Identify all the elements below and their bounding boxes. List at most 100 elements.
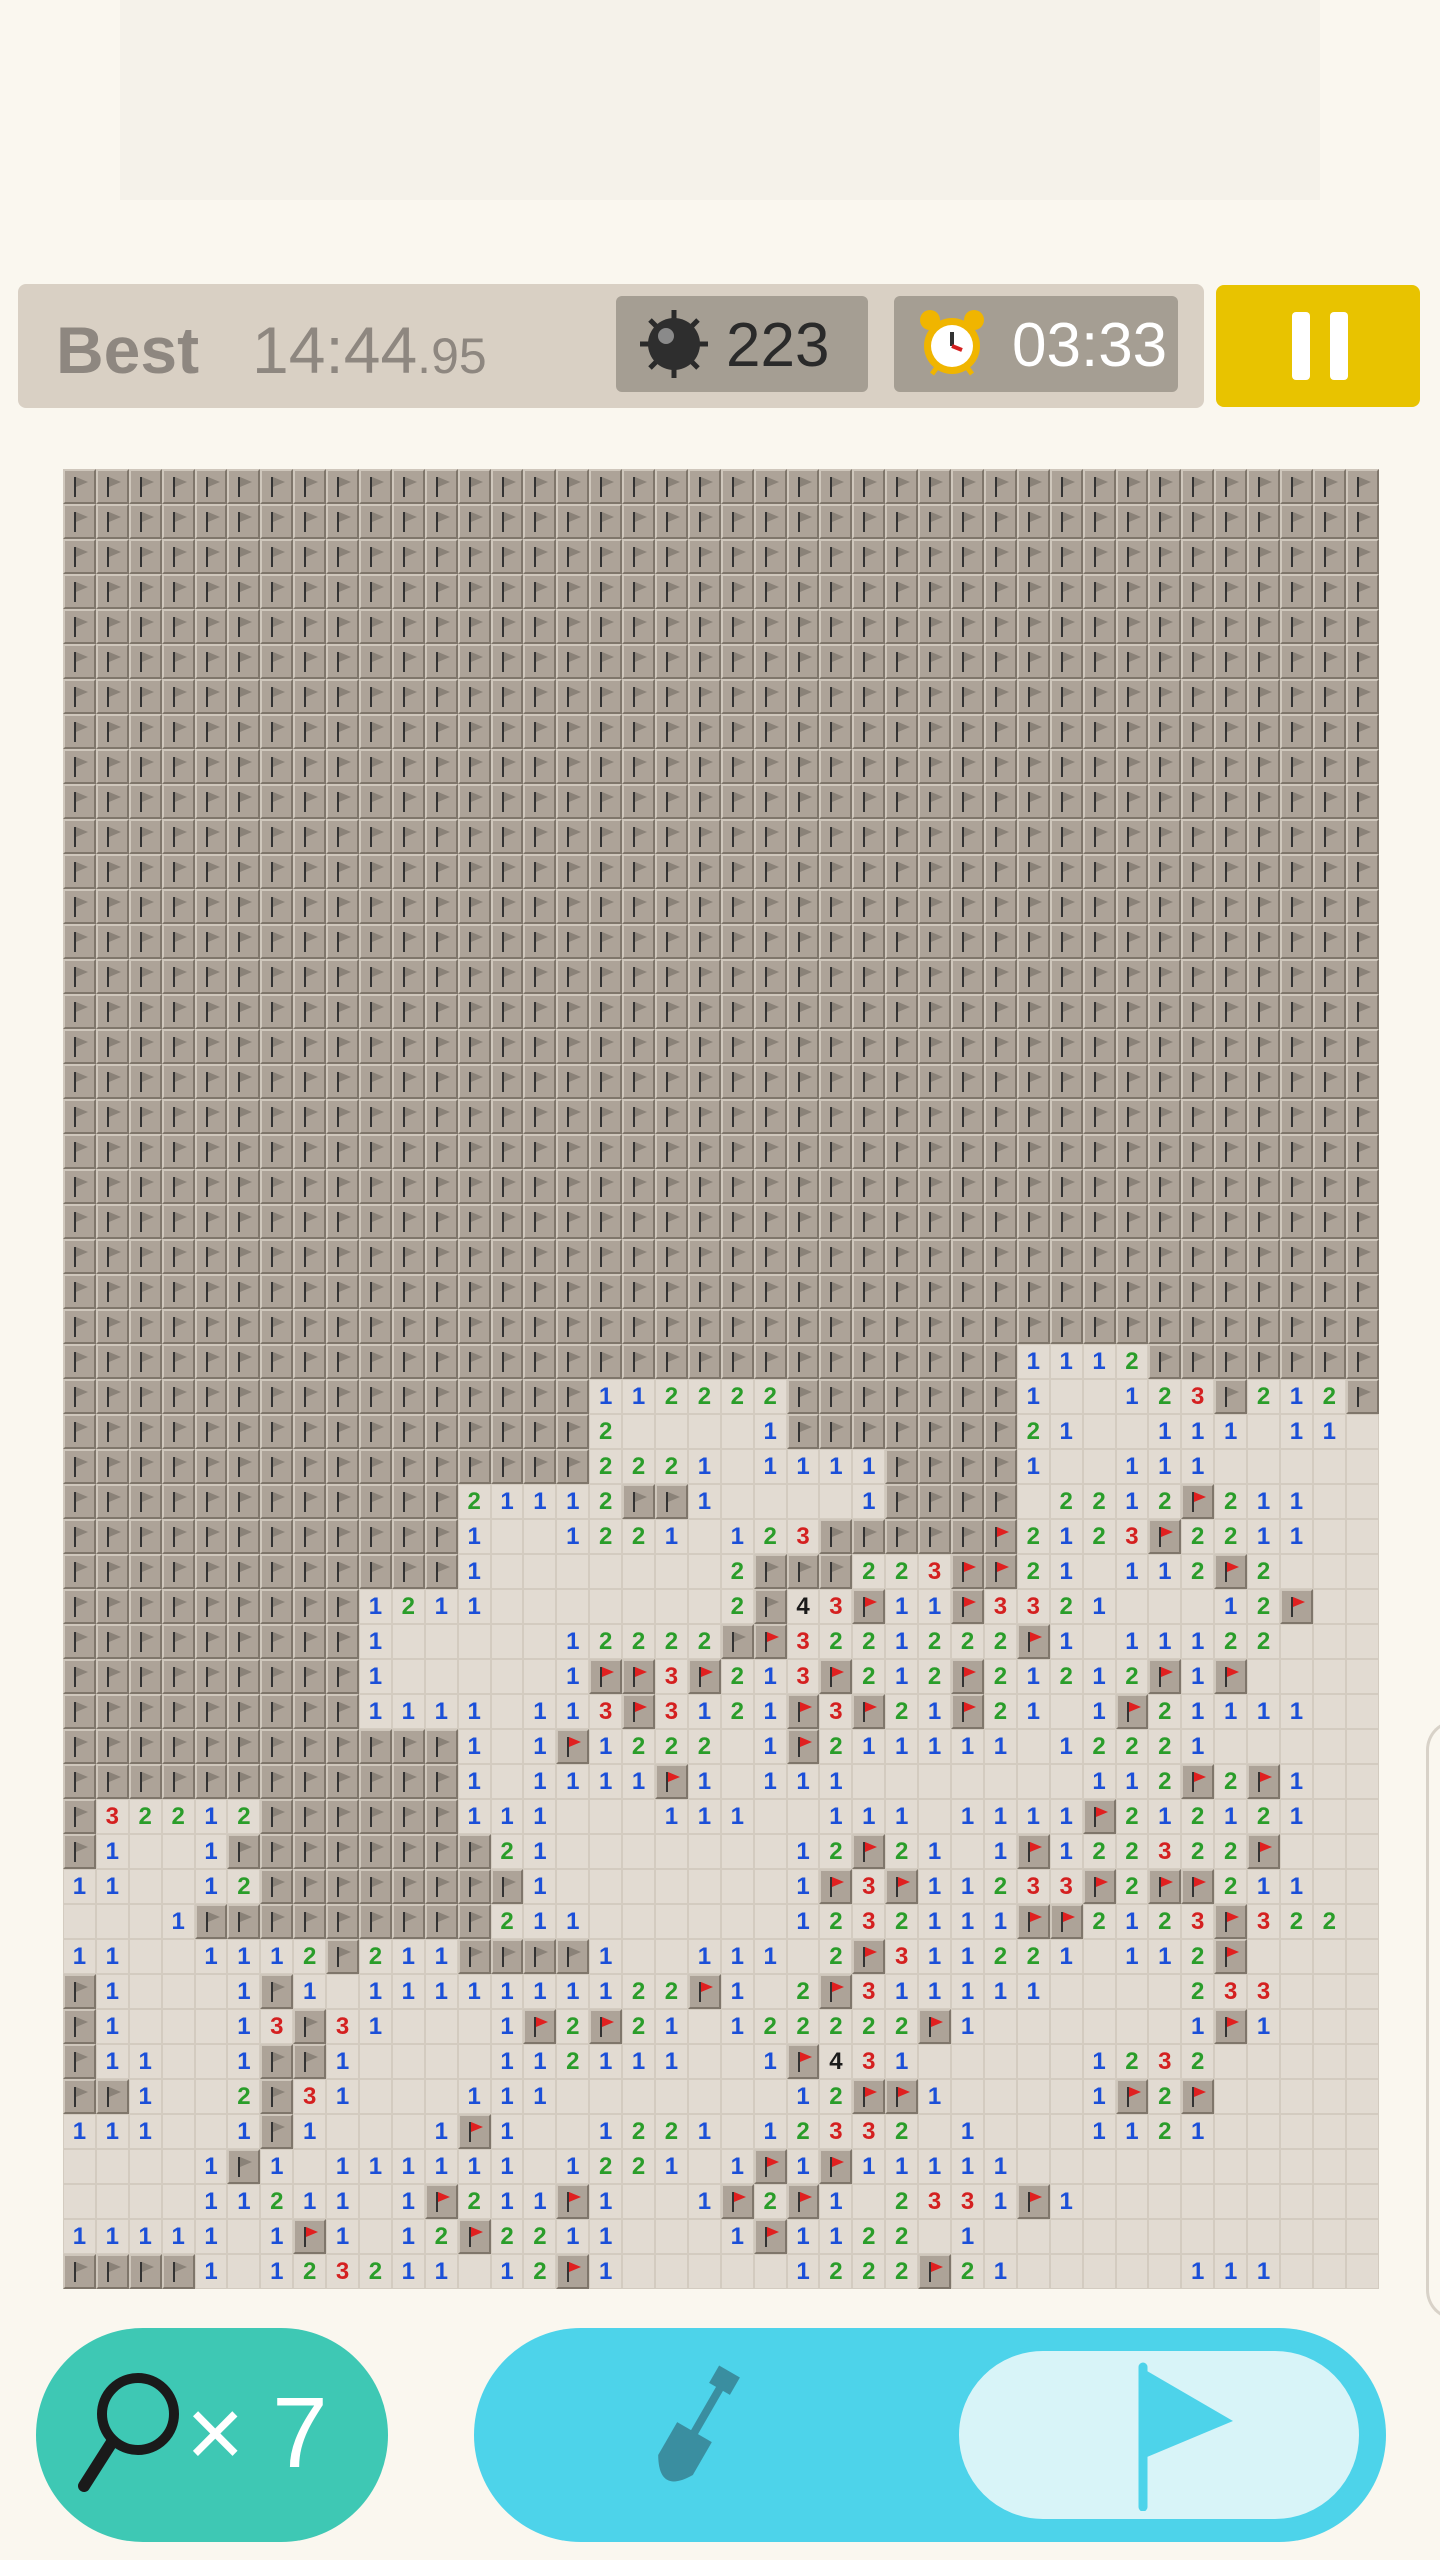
flagged-cell[interactable] xyxy=(63,539,96,574)
flagged-cell[interactable] xyxy=(951,749,984,784)
number-cell[interactable]: 2 xyxy=(885,2114,919,2149)
flagged-cell[interactable] xyxy=(1049,1099,1083,1134)
flagged-cell[interactable] xyxy=(457,959,491,994)
empty-cell[interactable] xyxy=(490,1764,524,1799)
flagged-cell[interactable] xyxy=(326,889,360,924)
flagged-cell[interactable] xyxy=(951,469,984,504)
number-cell[interactable]: 1 xyxy=(1016,1974,1050,2009)
flagged-cell[interactable] xyxy=(819,959,853,994)
flagged-cell[interactable] xyxy=(1181,1064,1215,1099)
flagged-cell[interactable] xyxy=(490,609,524,644)
number-cell[interactable]: 1 xyxy=(885,1589,919,1624)
number-cell[interactable]: 2 xyxy=(885,1834,919,1869)
flagged-cell[interactable] xyxy=(1148,1344,1182,1379)
flagged-cell[interactable] xyxy=(852,1169,886,1204)
flagged-cell[interactable] xyxy=(1214,539,1248,574)
flagged-cell[interactable] xyxy=(424,1134,458,1169)
empty-cell[interactable] xyxy=(326,1974,360,2009)
flagged-cell[interactable] xyxy=(260,1239,294,1274)
number-cell[interactable]: 2 xyxy=(359,1939,392,1974)
number-cell[interactable]: 2 xyxy=(589,1414,623,1449)
flagged-cell[interactable] xyxy=(490,679,524,714)
flagged-cell[interactable] xyxy=(1345,784,1379,819)
empty-cell[interactable] xyxy=(1016,2149,1050,2184)
number-cell[interactable]: 2 xyxy=(819,1834,853,1869)
flagged-cell[interactable] xyxy=(227,1904,261,1939)
flagged-cell[interactable] xyxy=(523,784,557,819)
flagged-cell[interactable] xyxy=(1049,994,1083,1029)
flagged-cell[interactable] xyxy=(1279,1169,1313,1204)
flagged-cell[interactable] xyxy=(1016,574,1050,609)
empty-cell[interactable] xyxy=(622,1904,656,1939)
flagged-cell[interactable] xyxy=(1247,574,1280,609)
flagged-cell[interactable] xyxy=(951,539,984,574)
number-cell[interactable]: 1 xyxy=(391,1694,425,1729)
number-cell[interactable]: 2 xyxy=(753,1379,787,1414)
flagged-cell[interactable] xyxy=(391,644,425,679)
flagged-cell[interactable] xyxy=(622,1169,656,1204)
flagged-cell[interactable] xyxy=(1279,889,1313,924)
empty-cell[interactable] xyxy=(589,1904,623,1939)
flagged-cell[interactable] xyxy=(457,1449,491,1484)
number-cell[interactable]: 1 xyxy=(1279,1414,1313,1449)
flagged-cell[interactable] xyxy=(687,469,721,504)
flagged-cell[interactable] xyxy=(490,644,524,679)
flagged-cell[interactable] xyxy=(918,539,952,574)
number-cell[interactable]: 1 xyxy=(1115,1554,1149,1589)
flagged-cell[interactable] xyxy=(918,1344,952,1379)
number-cell[interactable]: 2 xyxy=(1115,1344,1149,1379)
flagged-cell[interactable] xyxy=(1115,714,1149,749)
empty-cell[interactable] xyxy=(720,1764,754,1799)
flagged-cell[interactable] xyxy=(885,504,919,539)
number-cell[interactable]: 2 xyxy=(1148,1694,1182,1729)
number-cell[interactable]: 2 xyxy=(1181,1974,1215,2009)
number-cell[interactable]: 2 xyxy=(918,1659,952,1694)
empty-cell[interactable] xyxy=(1345,1624,1379,1659)
flagged-cell[interactable] xyxy=(1049,749,1083,784)
flagged-cell[interactable] xyxy=(391,1414,425,1449)
flagged-cell[interactable] xyxy=(63,714,96,749)
flagged-cell[interactable] xyxy=(1049,609,1083,644)
number-cell[interactable]: 1 xyxy=(194,1834,228,1869)
flagged-cell[interactable] xyxy=(424,1344,458,1379)
red-flag-cell[interactable] xyxy=(1016,1834,1050,1869)
flagged-cell[interactable] xyxy=(490,574,524,609)
empty-cell[interactable] xyxy=(1279,1624,1313,1659)
flagged-cell[interactable] xyxy=(1181,924,1215,959)
flagged-cell[interactable] xyxy=(819,1274,853,1309)
number-cell[interactable]: 1 xyxy=(1148,1939,1182,1974)
flagged-cell[interactable] xyxy=(1082,889,1116,924)
number-cell[interactable]: 2 xyxy=(1181,1554,1215,1589)
empty-cell[interactable] xyxy=(1345,1904,1379,1939)
empty-cell[interactable] xyxy=(687,1834,721,1869)
empty-cell[interactable] xyxy=(1345,1834,1379,1869)
flagged-cell[interactable] xyxy=(687,819,721,854)
number-cell[interactable]: 1 xyxy=(1247,2009,1280,2044)
flagged-cell[interactable] xyxy=(128,609,162,644)
flagged-cell[interactable] xyxy=(1247,959,1280,994)
flagged-cell[interactable] xyxy=(326,1589,360,1624)
flagged-cell[interactable] xyxy=(326,714,360,749)
flagged-cell[interactable] xyxy=(326,1904,360,1939)
flagged-cell[interactable] xyxy=(1279,854,1313,889)
flagged-cell[interactable] xyxy=(687,504,721,539)
flagged-cell[interactable] xyxy=(326,644,360,679)
number-cell[interactable]: 1 xyxy=(95,1974,129,2009)
flagged-cell[interactable] xyxy=(1148,504,1182,539)
flagged-cell[interactable] xyxy=(1016,1134,1050,1169)
number-cell[interactable]: 2 xyxy=(293,1939,327,1974)
number-cell[interactable]: 2 xyxy=(457,2184,491,2219)
flagged-cell[interactable] xyxy=(1247,819,1280,854)
number-cell[interactable]: 1 xyxy=(424,1939,458,1974)
flagged-cell[interactable] xyxy=(391,1064,425,1099)
flagged-cell[interactable] xyxy=(1345,1099,1379,1134)
flagged-cell[interactable] xyxy=(655,1064,688,1099)
empty-cell[interactable] xyxy=(655,1414,688,1449)
empty-cell[interactable] xyxy=(1279,1554,1313,1589)
empty-cell[interactable] xyxy=(687,2009,721,2044)
flagged-cell[interactable] xyxy=(918,749,952,784)
flagged-cell[interactable] xyxy=(1247,749,1280,784)
number-cell[interactable]: 1 xyxy=(720,2219,754,2254)
number-cell[interactable]: 1 xyxy=(786,1449,820,1484)
flagged-cell[interactable] xyxy=(227,1449,261,1484)
